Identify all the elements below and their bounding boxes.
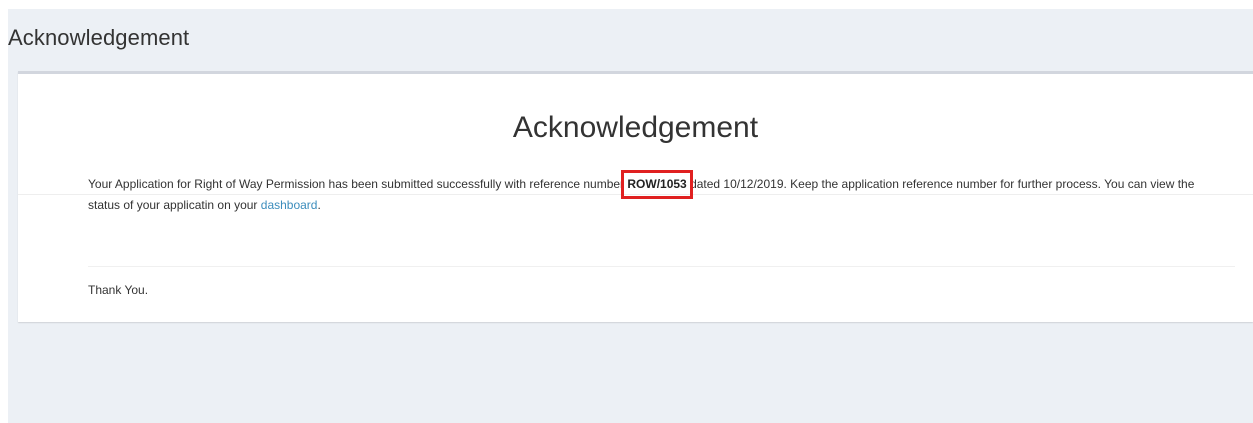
page-background: Acknowledgement Acknowledgement bbox=[8, 9, 1253, 423]
thank-you-text: Thank You. bbox=[88, 283, 149, 297]
message-paragraph: Your Application for Right of Way Permis… bbox=[88, 170, 1228, 216]
acknowledgement-message: Your Application for Right of Way Permis… bbox=[88, 170, 1228, 216]
message-text-end: . bbox=[317, 198, 321, 212]
page-title: Acknowledgement bbox=[8, 25, 190, 50]
dashboard-link[interactable]: dashboard bbox=[261, 198, 318, 212]
reference-number: ROW/1053 bbox=[627, 177, 687, 191]
content-header: Acknowledgement bbox=[8, 9, 1253, 71]
message-text-before: Your Application for Right of Way Permis… bbox=[88, 177, 628, 191]
box-title: Acknowledgement bbox=[512, 111, 759, 144]
reference-number-highlight: ROW/1053 bbox=[621, 170, 693, 199]
divider bbox=[88, 266, 1235, 267]
